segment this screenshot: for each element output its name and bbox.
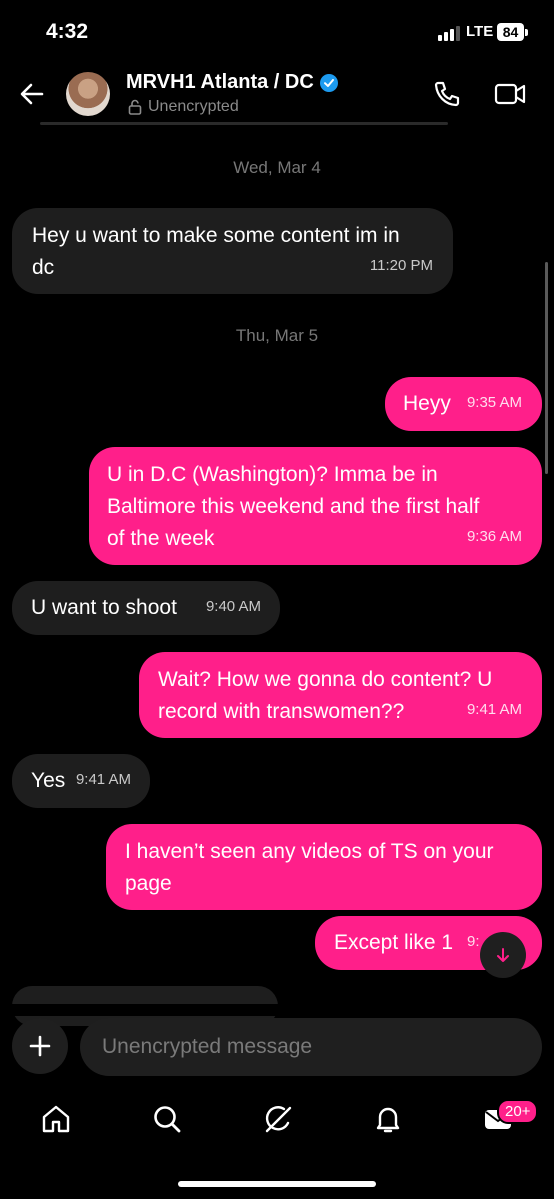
message-bubble-incoming[interactable]: Hey u want to make some content im in dc… [12, 208, 453, 294]
battery-icon: 84 [497, 23, 524, 41]
home-icon[interactable] [40, 1103, 72, 1135]
home-indicator [178, 1181, 376, 1187]
plus-icon [29, 1035, 51, 1057]
message-bubble-outgoing[interactable]: I haven’t seen any videos of TS on your … [106, 824, 542, 910]
encryption-label: Unencrypted [148, 98, 239, 115]
message-text: I haven’t seen any videos of TS on your [125, 840, 494, 863]
message-timestamp: 9: [467, 933, 480, 950]
message-input[interactable] [80, 1018, 542, 1076]
contact-name-row[interactable]: MRVH1 Atlanta / DC [126, 71, 338, 94]
avatar[interactable] [66, 72, 110, 116]
messages-badge: 20+ [497, 1099, 539, 1124]
header-divider [40, 122, 448, 125]
date-separator: Thu, Mar 5 [235, 326, 319, 345]
scroll-down-icon [497, 948, 509, 962]
chat-bottom-mask [0, 1004, 554, 1016]
scrollbar[interactable] [545, 262, 548, 474]
message-text: of the week [107, 527, 215, 550]
message-timestamp: 9:41 AM [75, 771, 131, 788]
message-timestamp: 9:40 AM [205, 598, 261, 615]
message-timestamp: 9:41 AM [466, 701, 522, 718]
back-arrow-icon[interactable] [18, 80, 46, 108]
battery-tip [525, 29, 528, 36]
verified-icon [319, 73, 338, 92]
message-text: Hey u want to make some content im in [32, 224, 400, 247]
network-label: LTE [466, 23, 494, 40]
grok-icon[interactable] [262, 1103, 294, 1135]
message-bubble-outgoing[interactable]: Heyy 9:35 AM [385, 377, 542, 431]
phone-icon[interactable] [432, 79, 462, 109]
encryption-status: Unencrypted [128, 98, 239, 116]
date-separator: Wed, Mar 4 [233, 158, 321, 177]
message-timestamp: 11:20 PM [369, 257, 433, 274]
message-text: page [125, 872, 172, 895]
message-text: U in D.C (Washington)? Imma be in [107, 463, 438, 486]
message-text: Heyy [403, 392, 451, 415]
add-media-button[interactable] [12, 1018, 68, 1074]
message-text: U want to shoot [31, 596, 177, 619]
message-text: Baltimore this weekend and the first hal… [107, 495, 480, 518]
video-icon[interactable] [494, 80, 526, 108]
contact-name: MRVH1 Atlanta / DC [126, 71, 314, 93]
message-timestamp: 9:36 AM [466, 528, 522, 545]
bell-icon[interactable] [372, 1103, 404, 1135]
message-text: Except like 1 [334, 931, 454, 954]
message-timestamp: 9:35 AM [466, 394, 522, 411]
message-bubble-incoming[interactable]: U want to shoot 9:40 AM [12, 581, 280, 635]
lock-icon [128, 99, 142, 115]
message-text: Yes [31, 769, 66, 792]
signal-icon [438, 26, 460, 41]
message-bubble-outgoing[interactable]: U in D.C (Washington)? Imma be in Baltim… [89, 447, 542, 565]
status-time: 4:32 [46, 20, 89, 43]
scroll-down-button[interactable] [480, 932, 526, 978]
search-icon[interactable] [151, 1103, 183, 1135]
message-bubble-incoming[interactable]: Yes 9:41 AM [12, 754, 150, 808]
message-text: Wait? How we gonna do content? U [158, 668, 493, 691]
message-bubble-outgoing[interactable]: Wait? How we gonna do content? U record … [139, 652, 542, 738]
